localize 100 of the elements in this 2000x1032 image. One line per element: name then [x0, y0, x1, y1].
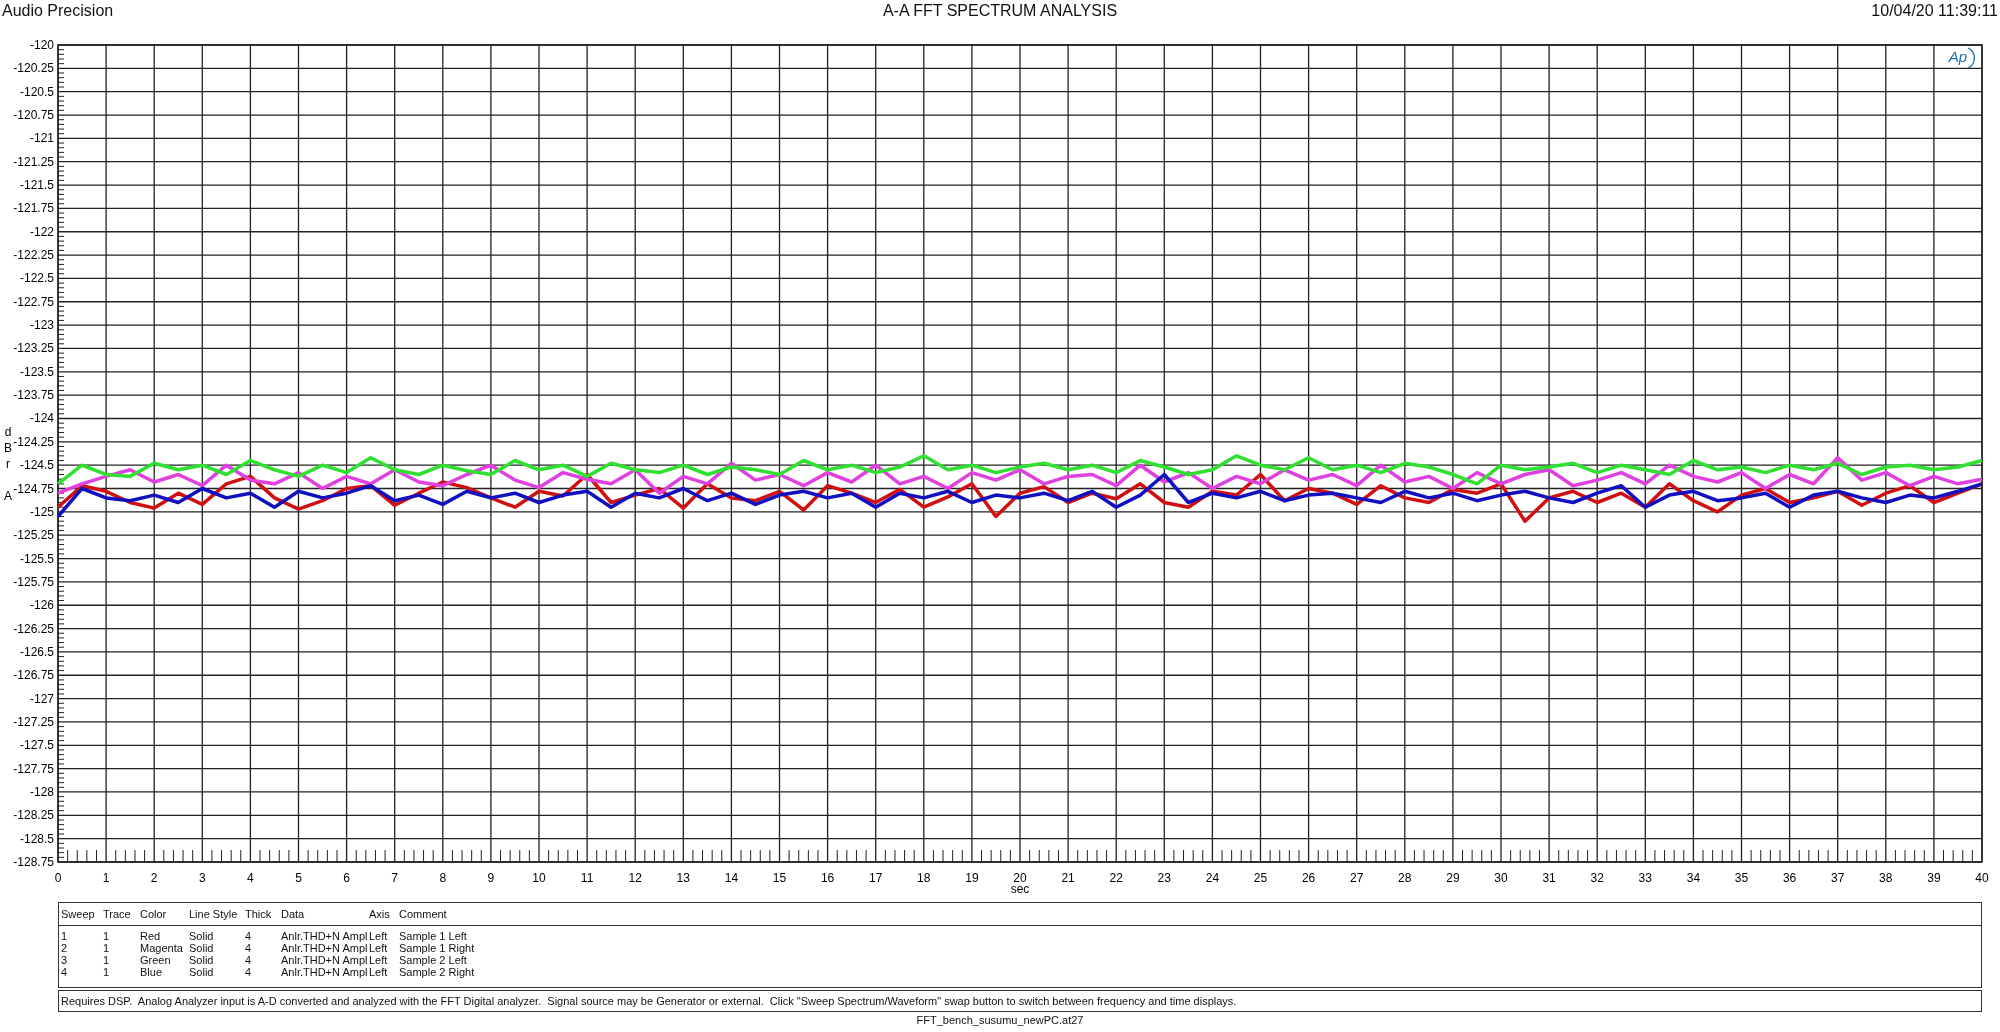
y-tick-label: -123.5 — [19, 364, 54, 379]
x-tick-label: 4 — [247, 871, 254, 885]
y-tick-label: -126.75 — [13, 668, 54, 683]
x-tick-label: 8 — [439, 871, 447, 885]
table-cell-text: Solid — [189, 930, 215, 942]
x-tick-label: 22 — [1109, 871, 1123, 885]
y-tick-label: -127 — [29, 691, 54, 706]
column-header: Color — [140, 908, 168, 920]
x-tick-label: 15 — [772, 871, 787, 885]
column-header: Line Style — [189, 908, 239, 920]
x-tick-label: 40 — [1975, 871, 1989, 885]
y-tick-label: -128.25 — [13, 808, 54, 823]
table-cell-text: Green — [140, 954, 172, 966]
table-cell-text: 3 — [61, 954, 69, 966]
y-tick-label: -125 — [29, 504, 54, 519]
x-tick-label: 17 — [869, 871, 883, 885]
x-tick-label: 29 — [1446, 871, 1460, 885]
table-cell-text: 1 — [103, 930, 111, 942]
report-title: A-A FFT SPECTRUM ANALYSIS — [882, 2, 1118, 20]
x-tick-label: 1 — [102, 871, 110, 885]
y-tick-label: -128.5 — [19, 831, 54, 846]
y-tick-label: -125.25 — [13, 528, 54, 543]
table-cell-text: 4 — [245, 954, 253, 966]
table-cell-text: Sample 1 Left — [399, 930, 468, 942]
y-tick-label: -124 — [29, 411, 54, 426]
ap-logo: Ap — [1948, 47, 1976, 69]
y-tick-label: -122.5 — [19, 271, 54, 286]
y-tick-label: -120.5 — [19, 84, 54, 99]
x-tick-label: 16 — [820, 871, 835, 885]
x-tick-label: 38 — [1879, 871, 1893, 885]
table-cell: Anlr.THD+N Ampl — [281, 942, 369, 954]
x-tick-label: 36 — [1782, 871, 1797, 885]
y-tick-label: -122 — [29, 224, 54, 239]
y-tick-label: -122.75 — [13, 294, 54, 309]
note-text: Requires DSP. Analog Analyzer input is A-D converted and analyzed with the FFT Digital analyzer. Signal source may be Generator or external. Click "Sweep Spectrum/Waveform" swap button to switch between frequency and time displays. — [58, 990, 1982, 1012]
table-cell: Anlr.THD+N Ampl — [281, 930, 369, 942]
x-tick-label: 35 — [1734, 871, 1749, 885]
y-tick-label: -127.75 — [13, 761, 54, 776]
y-tick-label: -123.25 — [13, 341, 54, 356]
table-cell-text: Sample 2 Left — [399, 954, 468, 966]
column-header: Sweep — [61, 908, 96, 920]
x-tick-label: 30 — [1494, 871, 1508, 885]
brand-name: Audio Precision — [2, 2, 114, 20]
y-tick-label: -122.25 — [13, 248, 54, 263]
x-tick-label: 21 — [1061, 871, 1075, 885]
y-tick-label: -127.5 — [19, 738, 54, 753]
x-tick-label: 9 — [487, 871, 495, 885]
y-tick-label: -120.25 — [13, 61, 54, 76]
x-tick-label: 28 — [1398, 871, 1412, 885]
y-tick-label: -121.5 — [19, 178, 54, 193]
table-cell-text: Red — [140, 930, 162, 942]
x-tick-label: 39 — [1927, 871, 1941, 885]
x-tick-label: 7 — [391, 871, 399, 885]
column-header: Axis — [369, 908, 391, 920]
x-tick-label: 34 — [1686, 871, 1701, 885]
table-cell-text: 4 — [245, 930, 253, 942]
x-tick-label: 27 — [1350, 871, 1364, 885]
x-tick-label: 10 — [532, 871, 546, 885]
column-header: Trace — [103, 908, 132, 920]
column-header: Thick — [245, 908, 273, 920]
x-tick-label: 0 — [54, 871, 62, 885]
table-cell-text: Sample 1 Right — [399, 942, 476, 954]
x-tick-label: 26 — [1301, 871, 1316, 885]
x-tick-label: 24 — [1205, 871, 1220, 885]
timestamp: 10/04/20 11:39:11 — [1871, 2, 1998, 20]
x-tick-label: 23 — [1157, 871, 1171, 885]
y-tick-label: -126.25 — [13, 621, 54, 636]
table-cell: Anlr.THD+N Ampl — [281, 954, 369, 966]
x-axis-title: sec — [1010, 882, 1030, 896]
x-tick-label: 3 — [198, 871, 206, 885]
y-tick-label: -123.75 — [13, 388, 54, 403]
x-tick-label: 33 — [1638, 871, 1652, 885]
y-tick-label: -121 — [29, 131, 54, 146]
x-tick-label: 6 — [343, 871, 350, 885]
x-tick-label: 11 — [580, 871, 594, 885]
y-tick-label: -123 — [29, 318, 54, 333]
table-cell-text: 4 — [245, 966, 253, 978]
y-tick-label: -125.75 — [13, 574, 54, 589]
table-cell-text: Left — [369, 954, 389, 966]
y-tick-label: -121.25 — [13, 154, 54, 169]
table-cell-text: Magenta — [140, 942, 184, 954]
table-cell-text: Left — [369, 966, 389, 978]
table-cell-text: 2 — [61, 942, 69, 954]
y-tick-label: -124.5 — [19, 458, 54, 473]
table-cell-text: 1 — [103, 954, 111, 966]
y-tick-label: -124.25 — [13, 434, 54, 449]
y-tick-label: -120.75 — [13, 108, 54, 123]
table-cell-text: Solid — [189, 954, 215, 966]
x-tick-label: 25 — [1253, 871, 1268, 885]
x-tick-label: 13 — [676, 871, 690, 885]
x-tick-label: 32 — [1590, 871, 1604, 885]
table-cell-text: Solid — [189, 966, 215, 978]
x-tick-label: 18 — [917, 871, 931, 885]
table-cell-text: 1 — [103, 942, 111, 954]
y-tick-label: -124.75 — [13, 481, 54, 496]
column-header: Data — [281, 908, 306, 920]
table-cell-text: 4 — [245, 942, 253, 954]
file-name: FFT_bench_susumu_newPC.at27 — [916, 1014, 1084, 1026]
x-tick-label: 31 — [1542, 871, 1556, 885]
table-cell-text: 4 — [61, 966, 69, 978]
